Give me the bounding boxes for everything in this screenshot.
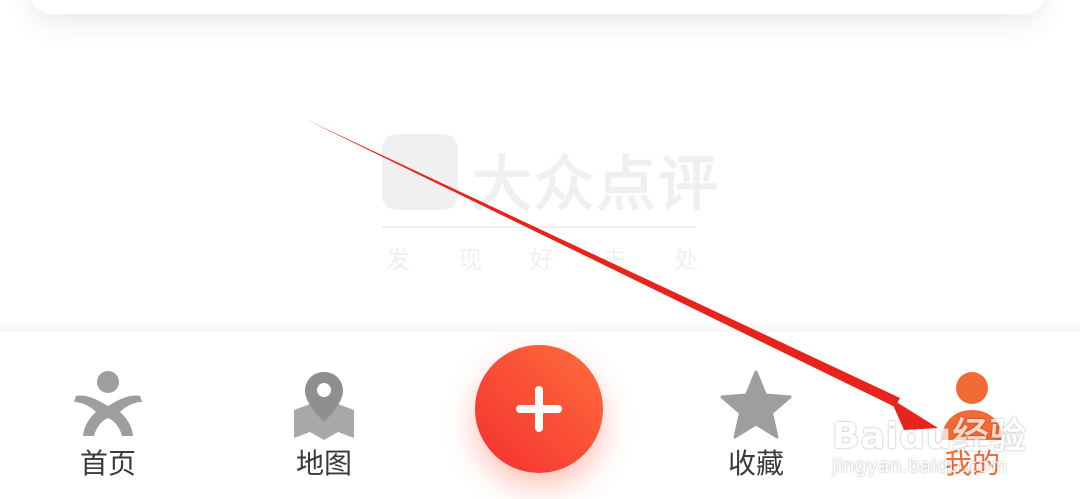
nav-label-map: 地图 [295, 447, 352, 480]
nav-item-favorites[interactable]: 收藏 [701, 368, 811, 488]
map-pin-icon [294, 372, 354, 440]
nav-item-home[interactable]: 首页 [53, 368, 163, 488]
watermark-title: 大众点评 [472, 150, 720, 220]
plus-icon-vertical [535, 386, 543, 432]
content-card [30, 0, 1046, 14]
app-screen: 大众点评 发现好去处 首页 地图 收藏 我的 Baidu经验 jingyan.b… [0, 0, 1080, 499]
nav-item-profile[interactable]: 我的 [917, 368, 1027, 488]
user-icon [942, 372, 1002, 440]
bottom-nav: 首页 地图 收藏 我的 [0, 332, 1080, 499]
watermark-slogan: 发现好去处 [386, 246, 746, 274]
dianping-person-icon [74, 371, 142, 436]
nav-divider [0, 320, 1080, 332]
dianping-watermark: 大众点评 发现好去处 [382, 134, 718, 284]
dianping-logo-icon [382, 134, 458, 210]
star-icon [720, 370, 792, 439]
watermark-divider [382, 226, 696, 228]
add-button[interactable] [475, 345, 603, 473]
nav-label-profile: 我的 [943, 447, 1000, 480]
nav-item-map[interactable]: 地图 [269, 368, 379, 488]
nav-label-home: 首页 [79, 447, 136, 480]
nav-label-favorites: 收藏 [727, 447, 784, 480]
